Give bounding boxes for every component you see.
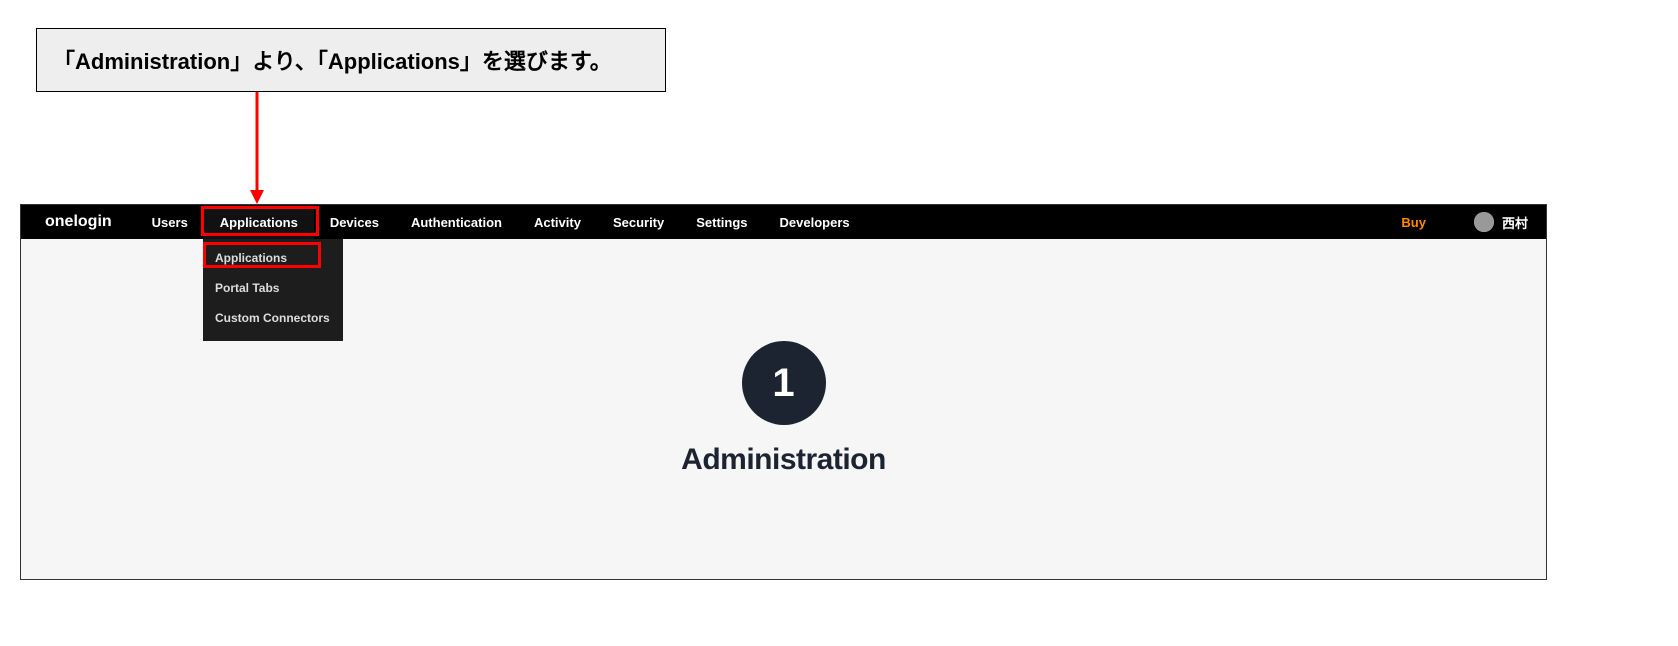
dropdown-portal-tabs[interactable]: Portal Tabs <box>203 273 343 303</box>
nav-developers-label: Developers <box>780 215 850 230</box>
nav-activity[interactable]: Activity <box>518 205 597 239</box>
step-title: Administration <box>681 443 886 477</box>
nav-applications-label: Applications <box>220 215 298 230</box>
nav-settings[interactable]: Settings <box>680 205 763 239</box>
nav-applications[interactable]: Applications <box>204 205 314 239</box>
step-number: 1 <box>772 361 794 406</box>
logo[interactable]: onelogin <box>21 213 136 231</box>
dropdown-portal-tabs-label: Portal Tabs <box>215 281 279 295</box>
username: 西村 <box>1502 213 1528 232</box>
instruction-callout: 「Administration」より、「Applications」を選びます。 <box>36 28 666 92</box>
instruction-text: 「Administration」より、「Applications」を選びます。 <box>53 44 612 76</box>
nav-users[interactable]: Users <box>136 205 204 239</box>
nav-activity-label: Activity <box>534 215 581 230</box>
nav-devices[interactable]: Devices <box>314 205 395 239</box>
dropdown-applications[interactable]: Applications <box>203 243 343 273</box>
nav-settings-label: Settings <box>696 215 747 230</box>
applications-dropdown: Applications Portal Tabs Custom Connecto… <box>203 239 343 341</box>
nav-items: Users Applications Devices Authenticatio… <box>136 205 866 239</box>
step-number-badge: 1 <box>742 341 826 425</box>
nav-authentication[interactable]: Authentication <box>395 205 518 239</box>
nav-devices-label: Devices <box>330 215 379 230</box>
dropdown-custom-connectors[interactable]: Custom Connectors <box>203 303 343 333</box>
nav-authentication-label: Authentication <box>411 215 502 230</box>
dropdown-applications-label: Applications <box>215 251 287 265</box>
nav-security[interactable]: Security <box>597 205 680 239</box>
nav-users-label: Users <box>152 215 188 230</box>
nav-right: Buy 西村 <box>1371 205 1546 239</box>
nav-developers[interactable]: Developers <box>764 205 866 239</box>
avatar-icon <box>1474 212 1494 232</box>
dropdown-custom-connectors-label: Custom Connectors <box>215 311 330 325</box>
nav-security-label: Security <box>613 215 664 230</box>
user-menu[interactable]: 西村 <box>1456 212 1546 232</box>
annotation-arrow <box>192 92 282 212</box>
buy-link[interactable]: Buy <box>1371 215 1456 230</box>
top-nav: onelogin Users Applications Devices Auth… <box>21 205 1546 239</box>
app-window: onelogin Users Applications Devices Auth… <box>20 204 1547 580</box>
